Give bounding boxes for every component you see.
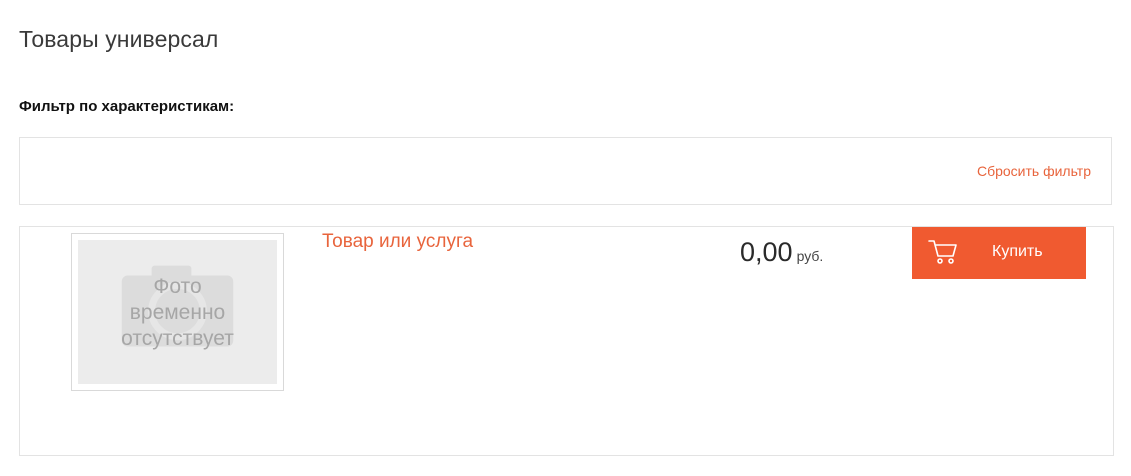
photo-placeholder: Фото временно отсутствует <box>78 240 277 384</box>
photo-placeholder-text: Фото временно отсутствует <box>121 275 234 350</box>
page-title: Товары универсал <box>19 26 219 52</box>
buy-button[interactable]: Купить <box>912 227 1086 279</box>
product-name-link[interactable]: Товар или услуга <box>322 231 473 253</box>
shopping-cart-icon <box>928 240 957 264</box>
price-currency: руб. <box>796 248 824 264</box>
reset-filter-link[interactable]: Сбросить фильтр <box>977 163 1091 179</box>
product-photo[interactable]: Фото временно отсутствует <box>71 233 284 391</box>
page: Товары универсал Фильтр по характеристик… <box>0 0 1131 476</box>
buy-button-label: Купить <box>992 243 1043 260</box>
filter-panel: Сбросить фильтр <box>19 137 1112 205</box>
product-price: 0,00 руб. <box>740 237 823 268</box>
price-value: 0,00 <box>740 237 793 267</box>
product-card: Фото временно отсутствует Товар или услу… <box>19 226 1114 456</box>
filter-heading: Фильтр по характеристикам: <box>19 98 235 115</box>
